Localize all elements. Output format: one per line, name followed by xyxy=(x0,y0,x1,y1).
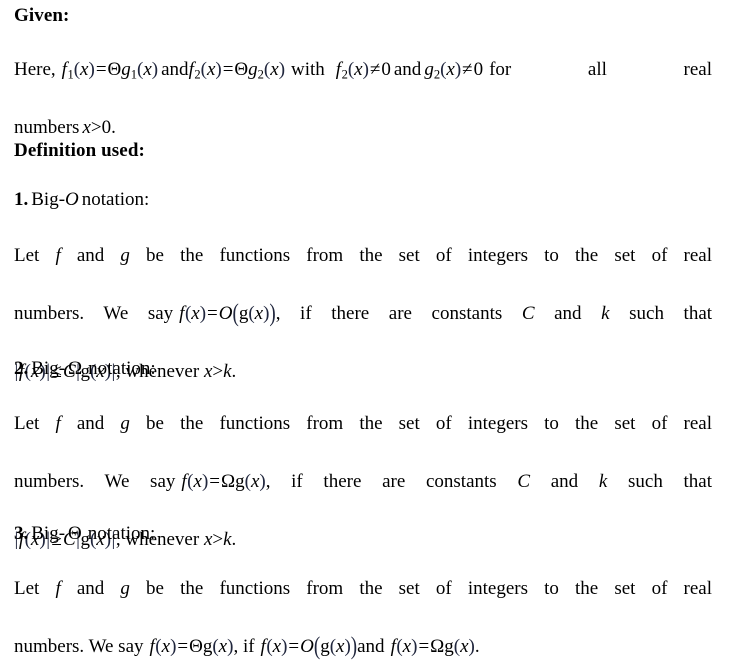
definition-3-number: 3. xyxy=(14,523,29,544)
definition-1-suffix: notation: xyxy=(81,189,150,210)
definition-2-prefix: Big- xyxy=(31,358,66,379)
def2-and2: and xyxy=(550,471,579,492)
big-o-symbol: O xyxy=(65,189,79,210)
def2-and: and xyxy=(76,413,105,434)
big-omega-symbol: Ω xyxy=(68,358,83,379)
def2-line2-tail: such that xyxy=(628,471,713,492)
definition-2-number: 2. xyxy=(14,358,29,379)
def3-and: and xyxy=(76,578,105,599)
definition-2-line-2: numbers. We say f(x)=Ωg(x), if there are … xyxy=(14,471,713,492)
def1-const-c: C xyxy=(521,303,535,324)
definition-2-line-1: Let f and g be the functions from the se… xyxy=(14,409,712,467)
def1-const-k: k xyxy=(601,303,610,324)
definition-3-body: Let f and g be the functions from the se… xyxy=(14,574,712,661)
def3-var-g: g xyxy=(120,578,130,599)
big-theta-symbol: Θ xyxy=(68,523,82,544)
def1-let: Let xyxy=(14,245,40,266)
def3-let: Let xyxy=(14,578,40,599)
def1-line2-rest: , if there are constants xyxy=(275,303,503,324)
definition-1-line-2: numbers. We say f(x)=O(g(x)), if there ar… xyxy=(14,299,713,328)
definition-1-line-1: Let f and g be the functions from the se… xyxy=(14,241,712,299)
math-expr-g2-neq-zero: g2(x)≠0 xyxy=(424,59,484,82)
given-and-1: and xyxy=(161,59,189,80)
definition-1-title: 1. Big-O notation: xyxy=(14,188,712,212)
def2-const-k: k xyxy=(598,471,608,492)
def1-and2: and xyxy=(554,303,582,324)
given-heading: Given: xyxy=(14,5,70,26)
given-and-2: and xyxy=(393,59,422,80)
definition-1-number: 1. xyxy=(14,189,29,210)
math-f-equals-big-o-g: f(x)=O(g(x)) xyxy=(179,299,276,328)
given-tail-first: for all real xyxy=(489,59,712,80)
given-line-2: numbers x>0. xyxy=(14,117,116,138)
definition-3-line-1: Let f and g be the functions from the se… xyxy=(14,574,712,632)
def2-var-f: f xyxy=(55,413,61,434)
def3-var-f: f xyxy=(55,578,61,599)
given-paragraph: Here, f1(x)=Θg1(x) andf2(x)=Θg2(x) with f2(x… xyxy=(14,55,712,142)
def1-line2-tail: such that xyxy=(629,303,713,324)
def3-line1-rest: be the functions from the set of integer… xyxy=(146,578,712,599)
given-prefix: Here, xyxy=(14,59,56,80)
def1-var-f: f xyxy=(55,245,61,266)
def1-var-g: g xyxy=(120,245,130,266)
math-x-gt-zero: x>0 xyxy=(82,117,112,138)
given-period: . xyxy=(111,117,116,138)
def1-line1-rest: be the functions from the set of integer… xyxy=(146,245,712,266)
math-f-equals-omega-g: f(x)=Ωg(x) xyxy=(181,471,266,492)
def2-let: Let xyxy=(14,413,40,434)
definition-1-prefix: Big- xyxy=(31,189,66,210)
definition-2-suffix: notation: xyxy=(88,358,156,379)
given-line-1: Here, f1(x)=Θg1(x) andf2(x)=Θg2(x) with f2(x… xyxy=(14,55,712,113)
definition-3-prefix: Big- xyxy=(31,523,66,544)
def2-const-c: C xyxy=(517,471,531,492)
definition-3-suffix: notation: xyxy=(87,523,156,544)
def2-line1-rest: be the functions from the set of integer… xyxy=(146,413,712,434)
document-page: Given: Here, f1(x)=Θg1(x) andf2(x)=Θg2(x) w… xyxy=(0,0,734,660)
definition-3-title: 3. Big- Θnotation: xyxy=(14,522,712,546)
def2-line2-rest: , if there are constants xyxy=(265,471,497,492)
def2-var-g: g xyxy=(120,413,130,434)
math-expr-f2-neq-zero: f2(x)≠0 xyxy=(335,59,391,82)
definition-used-heading: Definition used: xyxy=(14,140,145,161)
def1-and: and xyxy=(76,245,105,266)
math-expr-f2-theta-g2: f2(x)=Θg2(x) xyxy=(188,59,286,82)
math-expr-f1-theta-g1: f1(x)=Θg1(x) xyxy=(61,59,159,82)
definition-2-title: 2. Big- Ωnotation: xyxy=(14,357,712,381)
given-with: with xyxy=(291,59,325,80)
